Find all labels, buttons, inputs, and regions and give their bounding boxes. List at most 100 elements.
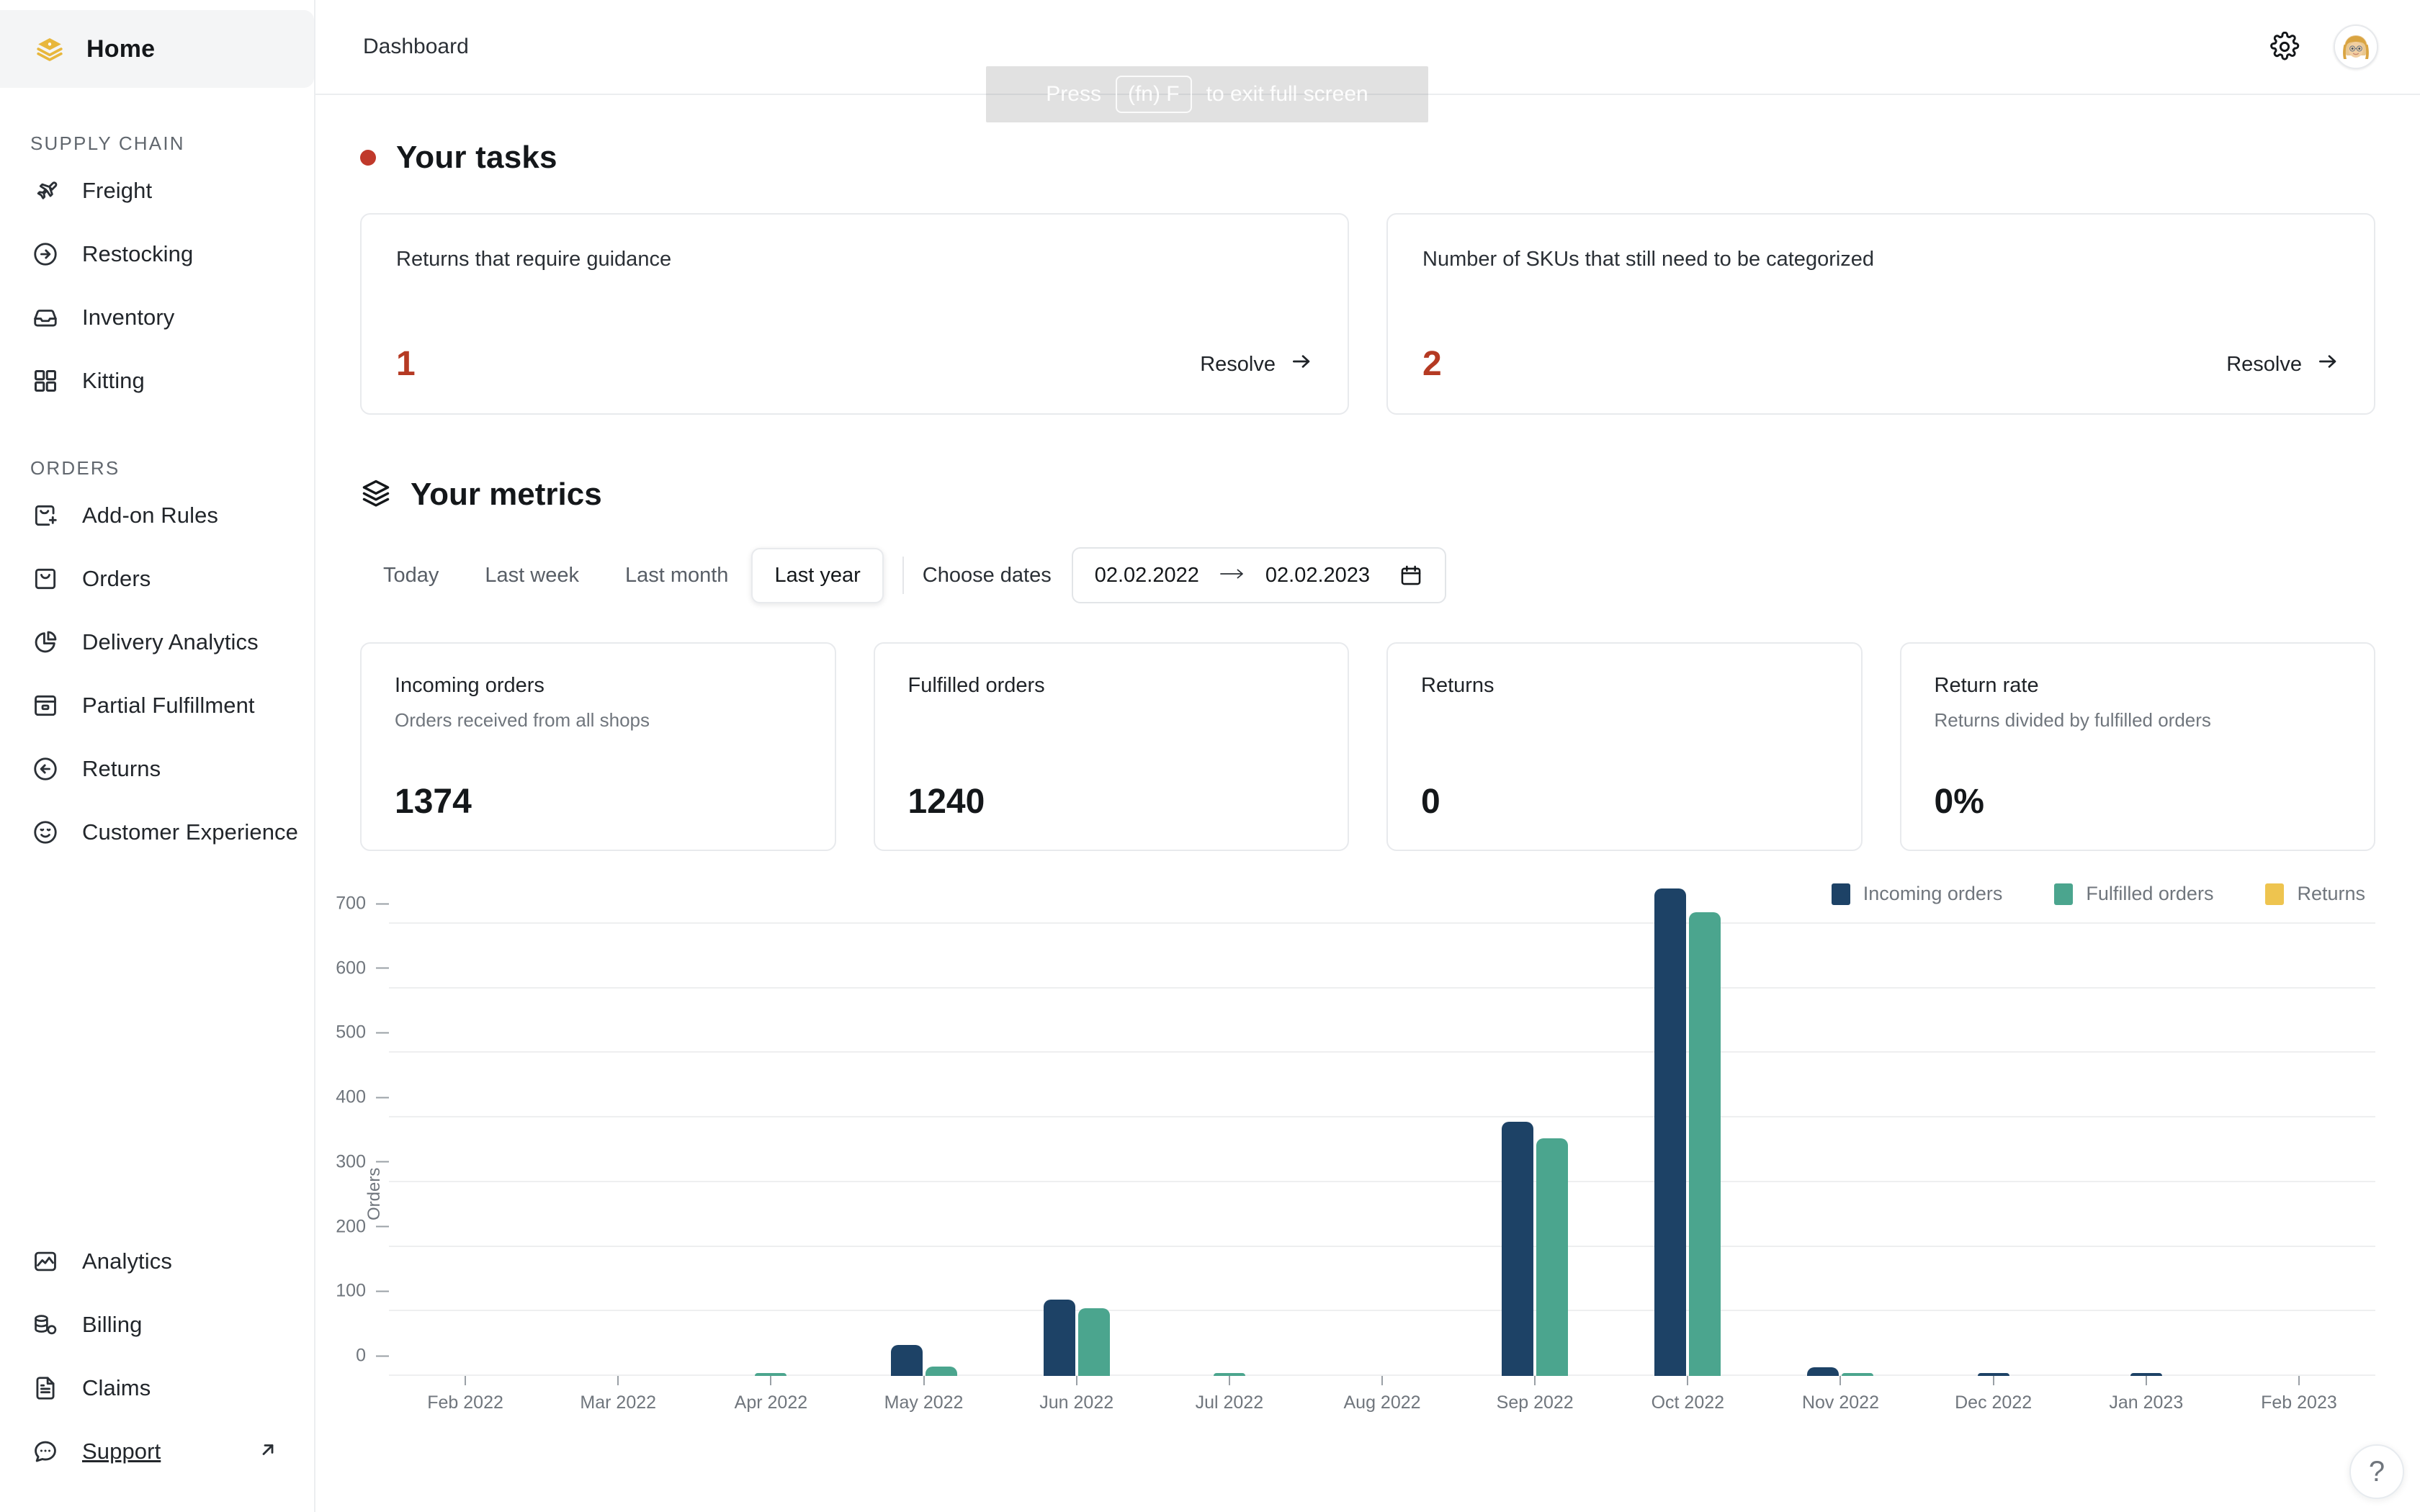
resolve-label: Resolve [2226,353,2302,377]
orders-bar-chart: Orders 0100200300400500600700 Feb 2022Ma… [360,924,2375,1421]
bar-group[interactable] [1917,924,2070,1376]
bar[interactable] [926,1367,957,1376]
bar[interactable] [1078,1308,1110,1376]
bar-group[interactable] [389,924,542,1376]
resolve-button[interactable]: Resolve [2226,350,2339,379]
metric-subtitle: Orders received from all shops [395,709,802,732]
bar[interactable] [1654,888,1686,1376]
task-footer: 1 Resolve [396,347,1313,382]
bar-group[interactable] [1458,924,1611,1376]
sidebar-item-label: Claims [82,1375,151,1401]
bar-group[interactable] [2223,924,2375,1376]
sidebar-item-orders[interactable]: Orders [0,547,314,611]
legend-item[interactable]: Fulfilled orders [2054,883,2213,905]
sidebar-item-inventory[interactable]: Inventory [0,286,314,349]
y-tick-label: 200 [318,1216,366,1237]
sidebar-item-kitting[interactable]: Kitting [0,349,314,413]
task-count: 1 [396,347,416,382]
y-tick-mark [376,1355,389,1356]
x-axis-tick: May 2022 [847,1376,1000,1421]
y-axis-tick: 400 [318,1087,389,1108]
app-root: Home SUPPLY CHAIN Freight Restocking [0,0,2420,1512]
inbox-icon [30,302,60,333]
bar[interactable] [1807,1367,1839,1376]
bar-group[interactable] [1000,924,1153,1376]
x-axis-tick: Jul 2022 [1153,1376,1306,1421]
task-card[interactable]: Returns that require guidance 1 Resolve [360,213,1349,415]
gear-icon[interactable] [2266,28,2303,66]
x-tick-label: Oct 2022 [1652,1392,1724,1413]
bar-group[interactable] [1764,924,1917,1376]
sidebar-item-restocking[interactable]: Restocking [0,222,314,286]
sidebar-item-home[interactable]: Home [0,10,314,88]
bar[interactable] [1044,1300,1075,1376]
metric-title: Return rate [1935,674,2341,698]
y-tick-mark [376,1097,389,1098]
tab-last-month[interactable]: Last month [602,548,751,603]
avatar[interactable] [2334,24,2378,69]
x-tick-mark [1993,1376,1994,1385]
sidebar-item-label: Analytics [82,1248,172,1274]
breadcrumb: Dashboard [363,35,469,59]
sidebar-item-label: Freight [82,178,152,204]
bar[interactable] [891,1345,923,1376]
tab-last-week[interactable]: Last week [462,548,602,603]
choose-dates-label: Choose dates [923,564,1052,588]
alert-dot-icon [360,150,376,166]
bar-group[interactable] [2070,924,2223,1376]
bar-group[interactable] [1153,924,1306,1376]
bar[interactable] [1536,1138,1568,1376]
bar[interactable] [1689,912,1721,1376]
metric-title: Returns [1421,674,1828,698]
bar-group[interactable] [542,924,694,1376]
x-axis-tick: Aug 2022 [1306,1376,1458,1421]
x-tick-mark [617,1376,619,1385]
date-from-value[interactable]: 02.02.2022 [1095,564,1199,588]
y-tick-label: 300 [318,1151,366,1172]
legend-item[interactable]: Returns [2265,883,2365,905]
metric-value: 1240 [908,785,1315,819]
resolve-button[interactable]: Resolve [1200,350,1313,379]
arrow-circle-right-icon [30,239,60,269]
legend-swatch-icon [2265,883,2284,905]
sidebar-item-claims[interactable]: Claims [0,1356,314,1420]
chart-bars [389,924,2375,1376]
chat-dots-icon [30,1436,60,1467]
sidebar-item-add-on-rules[interactable]: Add-on Rules [0,484,314,547]
sidebar-item-freight[interactable]: Freight [0,159,314,222]
y-tick-mark [376,1290,389,1292]
metric-title: Incoming orders [395,674,802,698]
date-to-value[interactable]: 02.02.2023 [1265,564,1370,588]
arrow-right-icon [1218,565,1247,586]
y-axis-tick: 500 [318,1022,389,1043]
task-card[interactable]: Number of SKUs that still need to be cat… [1386,213,2375,415]
help-button[interactable]: ? [2349,1444,2404,1499]
sidebar-item-analytics[interactable]: Analytics [0,1230,314,1293]
x-tick-mark [1229,1376,1230,1385]
chart-plot-area: 0100200300400500600700 Feb 2022Mar 2022A… [389,924,2375,1421]
y-axis-tick: 100 [318,1281,389,1302]
date-range-picker[interactable]: 02.02.2022 02.02.2023 [1072,547,1446,603]
tab-today[interactable]: Today [360,548,462,603]
sidebar-item-delivery-analytics[interactable]: Delivery Analytics [0,611,314,674]
x-tick-mark [1839,1376,1841,1385]
legend-item[interactable]: Incoming orders [1832,883,2003,905]
bar-group[interactable] [1306,924,1458,1376]
y-tick-label: 700 [318,894,366,914]
legend-label: Fulfilled orders [2086,883,2213,905]
sidebar-item-partial-fulfillment[interactable]: Partial Fulfillment [0,674,314,737]
sidebar-item-returns[interactable]: Returns [0,737,314,801]
sidebar-item-billing[interactable]: Billing [0,1293,314,1356]
y-axis-tick: 600 [318,958,389,978]
topbar-actions [2266,24,2378,69]
x-axis-tick: Mar 2022 [542,1376,694,1421]
bar-group[interactable] [847,924,1000,1376]
sidebar-item-customer-experience[interactable]: Customer Experience [0,801,314,864]
tab-last-year[interactable]: Last year [751,548,883,603]
calendar-icon[interactable] [1399,563,1423,588]
x-axis-tick: Nov 2022 [1764,1376,1917,1421]
sidebar-item-support[interactable]: Support [0,1420,314,1483]
bar[interactable] [1502,1122,1533,1376]
bar-group[interactable] [694,924,847,1376]
bar-group[interactable] [1611,924,1764,1376]
